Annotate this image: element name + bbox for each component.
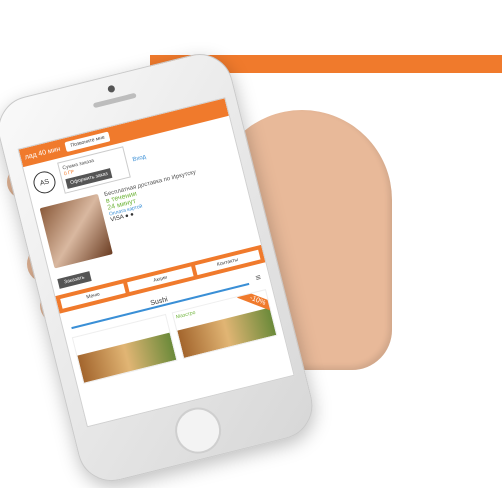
front-camera — [107, 84, 116, 94]
site-logo[interactable]: AS — [31, 169, 58, 196]
order-now-button[interactable]: Заказать — [57, 271, 92, 289]
login-link[interactable]: Вход — [132, 154, 147, 163]
phone-body: лад 40 мин Позвоните мне AS Сумма заказа… — [0, 46, 320, 488]
promo-dessert-image — [39, 193, 113, 269]
smartphone: лад 40 мин Позвоните мне AS Сумма заказа… — [0, 46, 320, 488]
phone-speaker — [92, 92, 137, 109]
hand-holding-phone: лад 40 мин Позвоните мне AS Сумма заказа… — [0, 46, 502, 488]
home-button[interactable] — [170, 402, 226, 459]
dish-image — [77, 332, 177, 383]
filter-icon[interactable]: ≡ — [254, 272, 262, 283]
